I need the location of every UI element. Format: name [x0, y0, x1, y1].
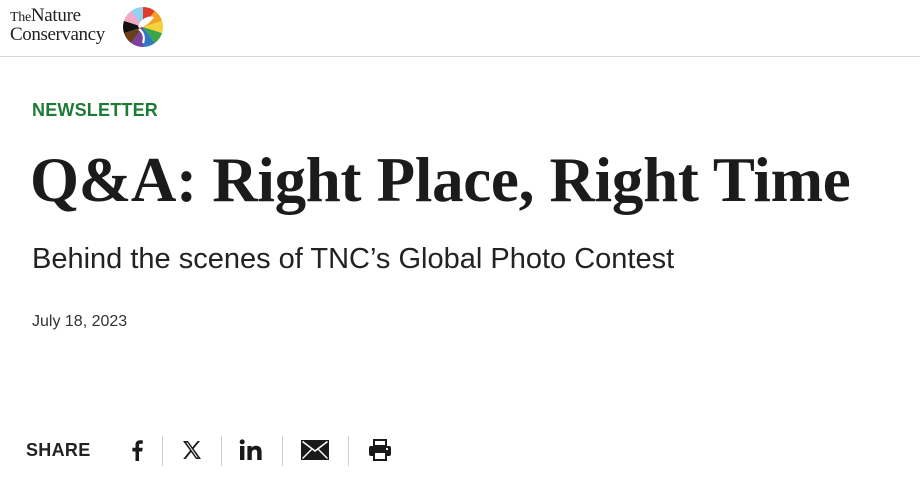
page-title: Q&A: Right Place, Right Time [30, 145, 851, 215]
share-facebook-button[interactable] [120, 434, 154, 466]
share-divider [162, 436, 163, 466]
x-icon [183, 441, 201, 459]
share-x-button[interactable] [175, 434, 209, 466]
share-email-button[interactable] [298, 434, 332, 466]
publish-date: July 18, 2023 [32, 313, 128, 330]
site-header: TheNature Conservancy [0, 0, 920, 57]
page-subtitle: Behind the scenes of TNC’s Global Photo … [32, 243, 675, 275]
share-bar: SHARE [26, 430, 426, 468]
print-icon [369, 439, 391, 461]
logo-leaf-mark-icon [123, 6, 163, 48]
logo-wordmark: TheNature Conservancy [10, 5, 105, 45]
share-divider [221, 436, 222, 466]
share-label: SHARE [26, 440, 91, 460]
newsletter-category-link[interactable]: NEWSLETTER [32, 100, 158, 121]
print-button[interactable] [363, 434, 397, 466]
share-divider [282, 436, 283, 466]
share-linkedin-button[interactable] [234, 434, 268, 466]
site-logo[interactable]: TheNature Conservancy [10, 4, 170, 50]
share-divider [348, 436, 349, 466]
email-icon [301, 440, 329, 460]
facebook-icon [132, 440, 143, 461]
linkedin-icon [239, 439, 262, 460]
